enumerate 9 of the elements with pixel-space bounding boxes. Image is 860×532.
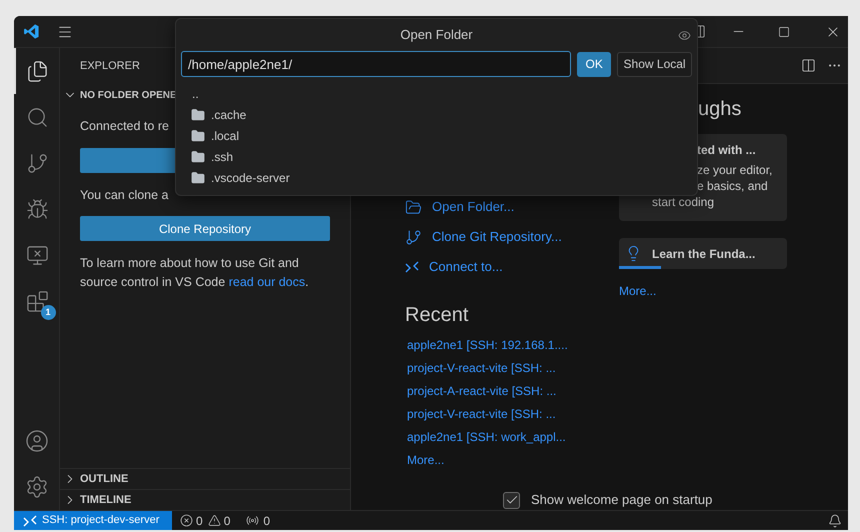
startup-checkbox-label: Show welcome page on startup <box>531 491 712 510</box>
sidebar-text: You can clone a <box>80 187 170 204</box>
notification-badge: 1 <box>40 305 56 320</box>
dialog-title: Open Folder <box>400 26 473 44</box>
help-text: To learn more about how to use Git and source control in VS Code read our docs. <box>80 255 310 291</box>
sidebar-title: EXPLORER <box>80 59 140 74</box>
sidebar-text: Connected to re <box>80 118 170 135</box>
recent-heading: Recent <box>405 303 470 328</box>
walkthroughs-heading: ughs <box>697 97 742 122</box>
